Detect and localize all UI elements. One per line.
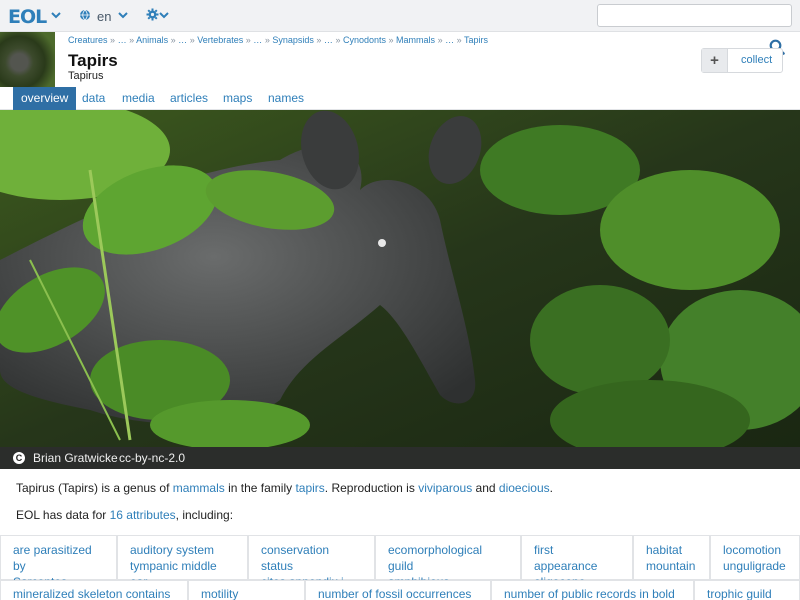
photo-license[interactable]: cc-by-nc-2.0: [119, 451, 185, 465]
taxon-summary: Tapirus (Tapirs) is a genus of mammals i…: [16, 481, 553, 495]
attribute-card[interactable]: auditory systemtympanic middle ear: [117, 535, 248, 589]
attribute-card[interactable]: number of fossil occurrences: [305, 580, 491, 600]
top-navbar: EOL en: [0, 0, 800, 32]
taxon-thumbnail[interactable]: [0, 32, 55, 87]
attribute-card[interactable]: conservation statuscites appendix i: [248, 535, 375, 589]
search-input[interactable]: [597, 4, 792, 27]
breadcrumb-item[interactable]: Vertebrates: [197, 35, 243, 45]
attribute-card[interactable]: are parasitized bySarcoptes: [0, 535, 117, 589]
breadcrumb: Creatures » … » Animals » … » Vertebrate…: [68, 35, 488, 45]
collect-button[interactable]: + collect: [701, 48, 783, 73]
attribute-card[interactable]: motility: [188, 580, 305, 600]
tab-articles[interactable]: articles: [162, 87, 216, 110]
attribute-card[interactable]: ecomorphological guildamphibious: [375, 535, 521, 589]
breadcrumb-ellipsis[interactable]: …: [253, 35, 262, 45]
collect-label: collect: [741, 54, 773, 66]
language-selector[interactable]: en: [97, 9, 111, 24]
tab-names[interactable]: names: [260, 87, 312, 110]
link-mammals[interactable]: mammals: [173, 481, 225, 495]
creative-commons-icon: C: [13, 452, 25, 464]
link-attributes[interactable]: 16 attributes: [110, 508, 176, 522]
link-tapirs[interactable]: tapirs: [295, 481, 324, 495]
photo-credit-bar: C Brian Gratwicke cc-by-nc-2.0: [0, 447, 800, 469]
breadcrumb-ellipsis[interactable]: …: [178, 35, 187, 45]
attribute-card[interactable]: habitat mountain: [633, 535, 710, 580]
breadcrumb-ellipsis[interactable]: …: [445, 35, 454, 45]
page-header: Creatures » … » Animals » … » Vertebrate…: [0, 32, 800, 87]
chevron-down-icon[interactable]: [117, 9, 129, 21]
attribute-card[interactable]: locomotion unguligrade: [710, 535, 800, 580]
link-dioecious[interactable]: dioecious: [499, 481, 550, 495]
photo-author[interactable]: Brian Gratwicke: [33, 451, 118, 465]
data-summary: EOL has data for 16 attributes, includin…: [16, 508, 234, 522]
chevron-down-icon[interactable]: [158, 9, 170, 21]
chevron-down-icon[interactable]: [50, 9, 62, 21]
breadcrumb-item[interactable]: Creatures: [68, 35, 108, 45]
page-title: Tapirs: [68, 51, 118, 70]
attribute-card[interactable]: number of public records in bold: [491, 580, 694, 600]
breadcrumb-ellipsis[interactable]: …: [324, 35, 333, 45]
attribute-card[interactable]: mineralized skeleton contains: [0, 580, 188, 600]
globe-icon[interactable]: [79, 9, 91, 21]
hero-image[interactable]: [0, 110, 800, 447]
breadcrumb-item[interactable]: Tapirs: [464, 35, 488, 45]
attribute-card[interactable]: first appearanceoligocene epoch: [521, 535, 633, 600]
breadcrumb-item[interactable]: Mammals: [396, 35, 435, 45]
link-viviparous[interactable]: viviparous: [418, 481, 472, 495]
breadcrumb-ellipsis[interactable]: …: [118, 35, 127, 45]
tab-data[interactable]: data: [74, 87, 113, 110]
tab-bar: overview data media articles maps names: [0, 87, 800, 110]
tab-media[interactable]: media: [114, 87, 163, 110]
plus-icon[interactable]: +: [702, 49, 728, 72]
tab-overview[interactable]: overview: [13, 87, 77, 110]
tab-maps[interactable]: maps: [215, 87, 260, 110]
attribute-card[interactable]: trophic guild: [694, 580, 800, 600]
scientific-name: Tapirus: [68, 70, 104, 82]
breadcrumb-item[interactable]: Cynodonts: [343, 35, 386, 45]
breadcrumb-item[interactable]: Synapsids: [272, 35, 314, 45]
eol-logo[interactable]: EOL: [8, 6, 47, 28]
breadcrumb-item[interactable]: Animals: [136, 35, 168, 45]
